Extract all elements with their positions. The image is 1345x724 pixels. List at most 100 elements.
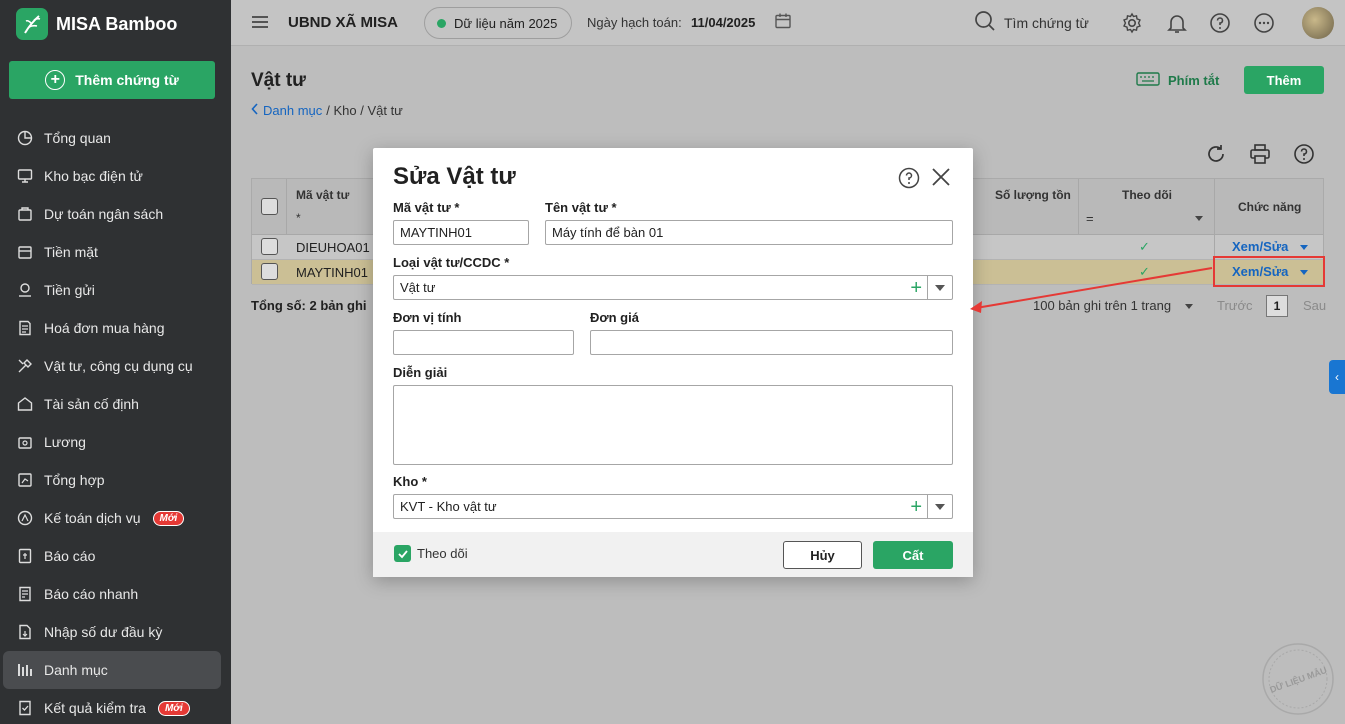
sidebar-item-quick-reports[interactable]: Báo cáo nhanh (0, 575, 231, 613)
filter-code-operator[interactable]: * (296, 211, 301, 225)
code-input[interactable]: MAYTINH01 (393, 220, 529, 245)
view-edit-link[interactable]: Xem/Sửa (1232, 264, 1288, 279)
sidebar-item-invoice[interactable]: Hoá đơn mua hàng (0, 309, 231, 347)
dropdown-caret-icon[interactable] (935, 285, 945, 291)
sidebar-item-tools[interactable]: Vật tư, công cụ dụng cụ (0, 347, 231, 385)
sidebar-item-fixed-assets[interactable]: Tài sản cố định (0, 385, 231, 423)
per-page-caret-icon[interactable] (1185, 304, 1193, 309)
status-dot-icon (437, 18, 446, 28)
hamburger-menu-icon[interactable] (251, 14, 269, 33)
cancel-button[interactable]: Hủy (783, 541, 862, 569)
settings-gear-icon[interactable] (1121, 12, 1143, 37)
total-records: Tổng số: 2 bản ghi (251, 298, 367, 313)
collapse-panel-tab[interactable]: ‹ (1329, 360, 1345, 394)
combo-divider (927, 495, 928, 518)
page-title: Vật tư (251, 70, 306, 91)
add-voucher-label: Thêm chứng từ (75, 72, 179, 88)
type-combobox[interactable]: Vật tư + (393, 275, 953, 300)
sidebar-item-deposit[interactable]: Tiền gửi (0, 271, 231, 309)
keyboard-shortcut-button[interactable]: Phím tắt (1136, 72, 1219, 89)
dropdown-caret-icon[interactable] (935, 504, 945, 510)
sidebar-item-budget[interactable]: Dự toán ngân sách (0, 195, 231, 233)
sidebar-item-catalog[interactable]: Danh mục (3, 651, 221, 689)
opening-balance-icon (16, 623, 34, 641)
shortcut-label: Phím tắt (1168, 73, 1220, 88)
quick-report-icon (16, 585, 34, 603)
row-checkbox[interactable] (261, 263, 278, 280)
next-page-button[interactable]: Sau (1303, 298, 1326, 313)
sidebar-item-opening-balance[interactable]: Nhập số dư đầu kỳ (0, 613, 231, 651)
sidebar: MISA Bamboo + Thêm chứng từ Tổng quan Kh… (0, 0, 231, 724)
organization-name[interactable]: UBND XÃ MISA (288, 14, 398, 31)
track-checkbox[interactable]: Theo dõi (394, 545, 468, 562)
calendar-icon[interactable] (774, 12, 792, 33)
warehouse-combobox[interactable]: KVT - Kho vật tư + (393, 494, 953, 519)
column-header-quantity[interactable]: Số lượng tồn (995, 188, 1071, 202)
records-per-page-select[interactable]: 100 bản ghi trên 1 trang (1033, 298, 1171, 313)
sidebar-item-summary[interactable]: Tổng hợp (0, 461, 231, 499)
invoice-icon (16, 319, 34, 337)
sidebar-item-reports[interactable]: Báo cáo (0, 537, 231, 575)
column-header-tracking[interactable]: Theo dõi (1122, 188, 1172, 202)
sidebar-item-label: Vật tư, công cụ dụng cụ (44, 358, 193, 374)
sidebar-item-label: Tổng quan (44, 130, 111, 146)
filter-dropdown-caret-icon[interactable] (1195, 216, 1203, 221)
add-item-button[interactable]: Thêm (1244, 66, 1324, 94)
sidebar-item-treasury[interactable]: Kho bạc điện tử (0, 157, 231, 195)
row-checkbox[interactable] (261, 238, 278, 255)
data-year-label: Dữ liệu năm 2025 (454, 15, 558, 31)
help-icon[interactable] (898, 167, 920, 192)
chevron-left-icon[interactable] (251, 103, 259, 118)
breadcrumb-link-catalog[interactable]: Danh mục (263, 103, 322, 118)
close-icon[interactable] (930, 166, 952, 191)
prev-page-button[interactable]: Trước (1217, 298, 1253, 313)
accounting-date-label: Ngày hạch toán: (587, 15, 682, 30)
description-textarea[interactable] (393, 385, 953, 465)
name-input[interactable]: Máy tính để bàn 01 (545, 220, 953, 245)
sidebar-menu: Tổng quan Kho bạc điện tử Dự toán ngân s… (0, 119, 231, 724)
catalog-icon (16, 661, 34, 679)
current-page[interactable]: 1 (1266, 295, 1288, 317)
new-badge: Mới (152, 510, 185, 526)
more-options-icon[interactable] (1253, 12, 1275, 37)
name-label: Tên vật tư * (545, 200, 617, 215)
user-avatar[interactable] (1302, 7, 1334, 39)
filter-track-operator[interactable]: = (1086, 211, 1094, 226)
sidebar-item-service-accounting[interactable]: Kế toán dịch vụ Mới (0, 499, 231, 537)
plus-icon: + (45, 70, 66, 90)
sidebar-item-cash[interactable]: Tiền mặt (0, 233, 231, 271)
add-warehouse-plus-icon[interactable]: + (910, 497, 922, 517)
data-year-selector[interactable]: Dữ liệu năm 2025 (424, 7, 572, 39)
cell-code: DIEUHOA01 (296, 240, 370, 255)
action-dropdown-caret-icon[interactable] (1300, 270, 1308, 275)
unit-input[interactable] (393, 330, 574, 355)
brand[interactable]: MISA Bamboo (16, 8, 177, 40)
monitor-icon (16, 167, 34, 185)
accounting-date-value[interactable]: 11/04/2025 (691, 15, 755, 30)
sidebar-item-check-results[interactable]: Kết quả kiểm tra Mới (0, 689, 231, 724)
refresh-icon[interactable] (1205, 143, 1227, 168)
help-icon[interactable] (1293, 143, 1315, 168)
sidebar-item-overview[interactable]: Tổng quan (0, 119, 231, 157)
add-type-plus-icon[interactable]: + (910, 278, 922, 298)
cash-icon (16, 243, 34, 261)
save-button[interactable]: Cất (873, 541, 953, 569)
service-icon (16, 509, 34, 527)
voucher-search[interactable]: Tìm chứng từ (974, 10, 1089, 35)
sidebar-item-label: Kế toán dịch vụ (44, 510, 141, 526)
sidebar-item-salary[interactable]: Lương (0, 423, 231, 461)
notification-bell-icon[interactable] (1166, 12, 1188, 37)
warehouse-value: KVT - Kho vật tư (400, 499, 497, 514)
column-header-code[interactable]: Mã vật tư (296, 188, 349, 202)
print-icon[interactable] (1249, 143, 1271, 168)
action-dropdown-caret-icon[interactable] (1300, 245, 1308, 250)
select-all-checkbox[interactable] (261, 198, 278, 215)
add-voucher-button[interactable]: + Thêm chứng từ (9, 61, 215, 99)
help-icon[interactable] (1209, 12, 1231, 37)
price-input[interactable] (590, 330, 953, 355)
deposit-icon (16, 281, 34, 299)
sidebar-item-label: Tiền gửi (44, 282, 95, 298)
asset-icon (16, 395, 34, 413)
pie-chart-icon (16, 129, 34, 147)
view-edit-link[interactable]: Xem/Sửa (1232, 239, 1288, 254)
